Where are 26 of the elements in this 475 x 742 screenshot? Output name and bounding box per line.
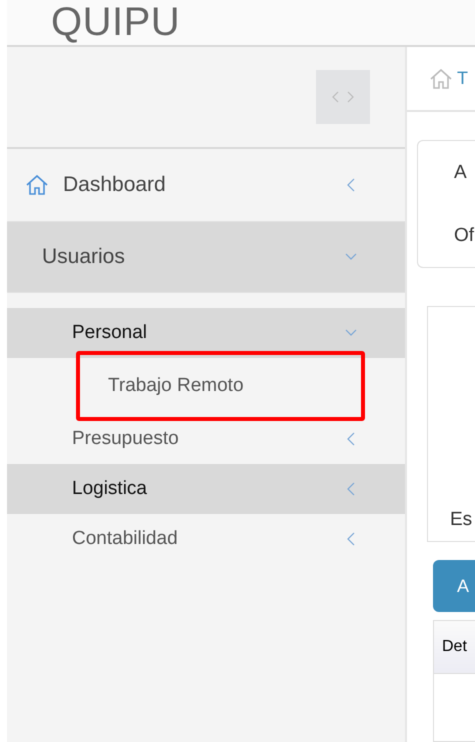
home-icon bbox=[25, 173, 49, 197]
breadcrumb-link[interactable]: T bbox=[457, 68, 468, 89]
menu-label: Usuarios bbox=[42, 245, 126, 269]
brand-logo: QUIPU bbox=[51, 0, 180, 45]
chevron-left-icon bbox=[345, 432, 357, 446]
code-brackets-icon bbox=[332, 90, 354, 104]
submenu-item[interactable]: Personal bbox=[7, 308, 405, 358]
home-icon bbox=[429, 66, 453, 90]
field-label: A bbox=[454, 162, 468, 184]
add-button[interactable]: A bbox=[433, 560, 475, 612]
submenu-item[interactable]: Trabajo Remoto bbox=[76, 351, 365, 421]
chevron-left-icon bbox=[345, 178, 357, 192]
submenu-label: Logistica bbox=[72, 478, 148, 500]
column-header: Det bbox=[434, 621, 475, 674]
field-label: Of bbox=[454, 224, 475, 246]
submenu-item[interactable]: Logistica bbox=[7, 464, 405, 514]
submenu-label: Personal bbox=[72, 322, 148, 344]
sidebar-toggle-button[interactable] bbox=[316, 70, 370, 124]
submenu-label: Contabilidad bbox=[72, 528, 179, 550]
submenu-item[interactable]: Contabilidad bbox=[7, 514, 405, 564]
chevron-left-icon bbox=[345, 532, 357, 546]
chevron-left-icon bbox=[345, 482, 357, 496]
info-label: Es bbox=[450, 509, 472, 531]
submenu-label: Presupuesto bbox=[72, 428, 180, 450]
menu-label: Dashboard bbox=[63, 173, 167, 197]
menu-item[interactable]: Usuarios bbox=[7, 222, 405, 293]
